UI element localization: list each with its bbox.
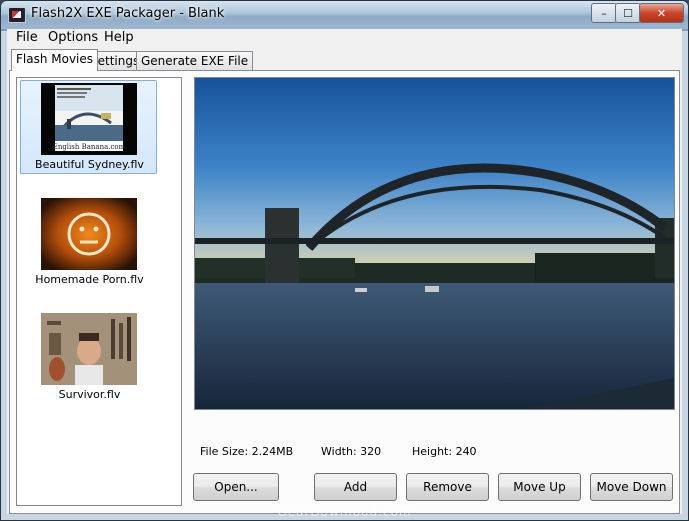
app-window: Flash2X EXE Packager - Blank – ☐ ✕ File … [0, 0, 689, 521]
move-up-button[interactable]: Move Up [498, 473, 581, 501]
minimize-button[interactable]: – [591, 3, 617, 23]
remove-button[interactable]: Remove [406, 473, 489, 501]
video-preview [194, 77, 675, 410]
menu-help[interactable]: Help [104, 30, 134, 45]
watermark: GearDownload.com [277, 505, 412, 519]
tab-flash-movies[interactable]: Flash Movies [11, 49, 99, 71]
flash-movies-panel: English Banana.com Beautiful Sydney.flv [9, 70, 680, 514]
client-area: Flash Movies Settings Generate EXE File [7, 47, 682, 514]
height-label: Height: 240 [412, 445, 477, 458]
movie-thumbnail-homemade [41, 198, 137, 270]
movie-thumbnail-survivor [41, 313, 137, 385]
width-label: Width: 320 [321, 445, 382, 458]
menu-options[interactable]: Options [48, 30, 98, 45]
move-down-button[interactable]: Move Down [590, 473, 673, 501]
list-item-survivor[interactable]: Survivor.flv [20, 310, 157, 404]
open-button[interactable]: Open... [193, 473, 279, 501]
menu-file[interactable]: File [16, 30, 38, 45]
app-icon [8, 7, 26, 23]
maximize-button[interactable]: ☐ [615, 3, 641, 23]
movie-thumbnail-sydney: English Banana.com [41, 83, 137, 155]
close-icon: ✕ [656, 6, 667, 20]
maximize-icon: ☐ [623, 6, 633, 20]
title-bar[interactable]: Flash2X EXE Packager - Blank – ☐ ✕ [1, 1, 688, 29]
movie-label-homemade: Homemade Porn.flv [35, 273, 144, 286]
tab-generate-exe-file[interactable]: Generate EXE File [136, 51, 254, 70]
thumb-caption: English Banana.com [53, 143, 126, 151]
add-button[interactable]: Add [314, 473, 397, 501]
minimize-icon: – [601, 6, 607, 20]
list-item-homemade-porn[interactable]: Homemade Porn.flv [20, 195, 157, 289]
movie-list[interactable]: English Banana.com Beautiful Sydney.flv [16, 77, 182, 506]
close-button[interactable]: ✕ [639, 3, 684, 23]
movie-label-survivor: Survivor.flv [58, 388, 121, 401]
menu-bar: File Options Help [7, 29, 682, 48]
movie-label-sydney: Beautiful Sydney.flv [35, 158, 144, 171]
file-size-label: File Size: 2.24MB [200, 445, 294, 458]
list-item-beautiful-sydney[interactable]: English Banana.com Beautiful Sydney.flv [20, 80, 157, 174]
window-title: Flash2X EXE Packager - Blank [31, 6, 225, 21]
